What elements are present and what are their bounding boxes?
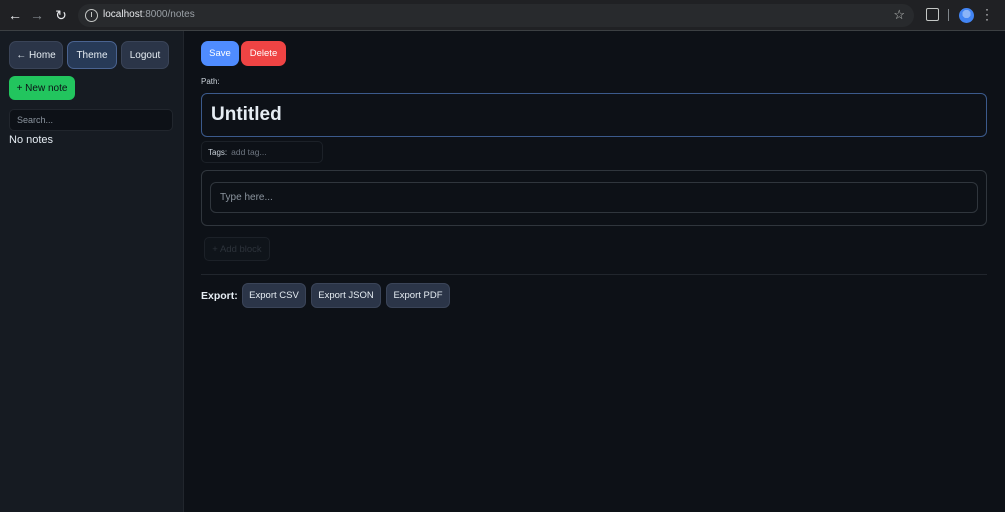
block-container: Type here... (201, 170, 987, 226)
new-note-button[interactable]: + New note (9, 76, 75, 100)
toolbar-divider (948, 9, 949, 21)
tag-input[interactable]: add tag... (231, 147, 266, 157)
theme-button[interactable]: Theme (67, 41, 117, 69)
block-text-input[interactable]: Type here... (210, 182, 978, 213)
editor-panel: Save Delete Path: Untitled Tags: add tag… (185, 31, 1005, 512)
home-button[interactable]: ← Home (9, 41, 63, 69)
tags-field[interactable]: Tags: add tag... (201, 141, 323, 163)
path-label: Path: (201, 77, 220, 86)
address-bar[interactable]: localhost:8000/notes ☆ (78, 4, 914, 27)
export-csv-button[interactable]: Export CSV (242, 283, 306, 308)
url-host: localhost (103, 9, 143, 20)
delete-button[interactable]: Delete (241, 41, 286, 66)
export-label: Export: (201, 290, 238, 302)
url-text[interactable]: localhost:8000/notes (103, 9, 195, 20)
save-button[interactable]: Save (201, 41, 239, 66)
export-json-button[interactable]: Export JSON (311, 283, 381, 308)
puzzle-icon[interactable] (926, 8, 939, 21)
logout-button[interactable]: Logout (121, 41, 169, 69)
site-info-icon[interactable] (85, 9, 98, 22)
reload-icon[interactable]: ↻ (52, 6, 70, 24)
url-path: :8000/notes (142, 9, 195, 20)
more-vert-icon[interactable]: · · · (985, 3, 989, 25)
star-icon[interactable]: ☆ (893, 7, 905, 23)
title-input[interactable]: Untitled (201, 93, 987, 137)
tags-label: Tags: (208, 147, 228, 157)
browser-toolbar: ← → ↻ localhost:8000/notes ☆ · · · (0, 0, 1005, 31)
add-block-button[interactable]: + Add block (204, 237, 270, 261)
search-input[interactable]: Search... (9, 109, 173, 131)
arrow-right-icon[interactable]: → (28, 6, 46, 24)
empty-notes-text: No notes (9, 134, 54, 146)
sidebar: ← Home Theme Logout + New note Search...… (0, 31, 184, 512)
arrow-left-icon[interactable]: ← (6, 6, 24, 24)
avatar-icon[interactable] (959, 8, 974, 23)
export-pdf-button[interactable]: Export PDF (386, 283, 450, 308)
divider (201, 274, 987, 275)
